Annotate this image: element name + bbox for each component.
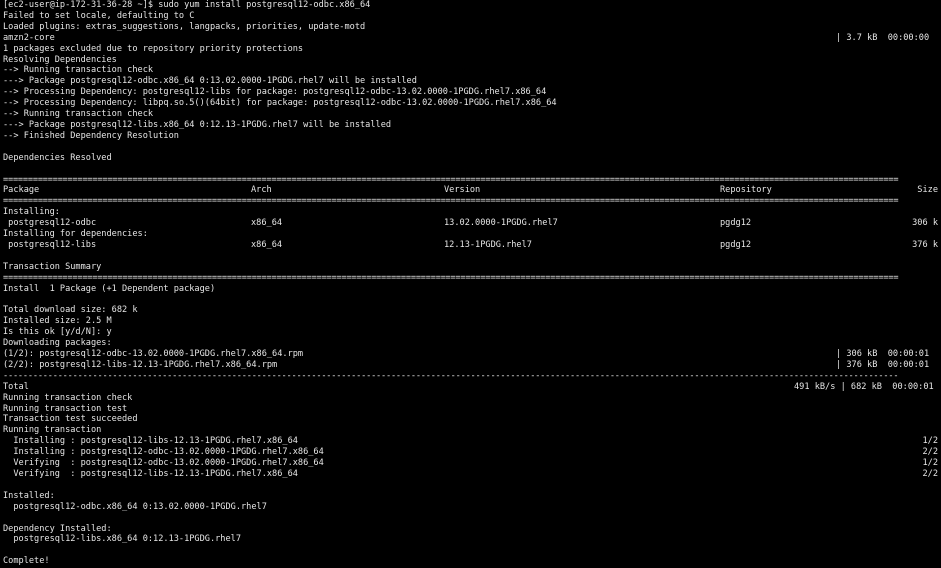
output-line: Failed to set locale, defaulting to C — [3, 10, 195, 21]
output-line: Complete! — [3, 556, 50, 567]
rule-double: ========================================… — [3, 196, 899, 207]
terminal-window[interactable]: [ec2-user@ip-172-31-36-28 ~]$ sudo yum i… — [0, 0, 941, 568]
output-line: Running transaction — [3, 425, 102, 436]
row-package: postgresql12-libs — [3, 239, 97, 250]
rule-double: ========================================… — [3, 272, 899, 283]
row-package: postgresql12-odbc — [3, 218, 97, 229]
output-line: --> Processing Dependency: postgresql12-… — [3, 87, 547, 98]
repo-stat: | 3.7 kB 00:00:00 — [836, 32, 930, 43]
output-line: Transaction test succeeded — [3, 414, 138, 425]
table-row: postgresql12-libs x86_64 12.13-1PGDG.rhe… — [3, 240, 938, 251]
output-line: 1 packages excluded due to repository pr… — [3, 43, 304, 54]
row-repository: pgdg12 — [720, 218, 752, 229]
output-line: Resolving Dependencies — [3, 54, 117, 65]
row-version: 12.13-1PGDG.rhel7 — [444, 239, 532, 250]
output-line: postgresql12-odbc.x86_64 0:13.02.0000-1P… — [3, 501, 267, 512]
output-line: Is this ok [y/d/N]: y — [3, 327, 112, 338]
command-prompt: [ec2-user@ip-172-31-36-28 ~]$ sudo yum i… — [3, 0, 371, 10]
row-version: 13.02.0000-1PGDG.rhel7 — [444, 218, 558, 229]
step-text: Installing : postgresql12-odbc-13.02.000… — [3, 447, 324, 458]
repo-name: amzn2-core — [3, 32, 55, 43]
output-line: Loaded plugins: extras_suggestions, lang… — [3, 21, 366, 32]
row-arch: x86_64 — [251, 218, 283, 229]
download-stat: | 306 kB 00:00:01 — [836, 349, 930, 359]
step-text: Verifying : postgresql12-odbc-13.02.0000… — [3, 458, 324, 469]
output-line: Transaction Summary — [3, 261, 102, 272]
header-version: Version — [444, 185, 481, 196]
step-text: Verifying : postgresql12-libs-12.13-1PGD… — [3, 468, 298, 479]
header-size: Size — [917, 185, 938, 196]
row-repository: pgdg12 — [720, 239, 752, 250]
total-line: Total 491 kB/s | 682 kB 00:00:01 — [3, 382, 938, 393]
output-line: Dependencies Resolved — [3, 152, 112, 163]
output-line: Installed size: 2.5 M — [3, 316, 112, 327]
header-repository: Repository — [720, 185, 772, 196]
output-line: Total download size: 682 k — [3, 305, 138, 316]
download-line: (1/2): postgresql12-odbc-13.02.0000-1PGD… — [3, 349, 938, 360]
repo-line: amzn2-core | 3.7 kB 00:00:00 — [3, 33, 938, 44]
table-header-row: Package Arch Version Repository Size — [3, 185, 938, 196]
row-arch: x86_64 — [251, 239, 283, 250]
output-line: Dependency Installed: — [3, 523, 112, 534]
output-line: --> Running transaction check — [3, 65, 154, 76]
step-line: Verifying : postgresql12-odbc-13.02.0000… — [3, 458, 938, 469]
step-count: 1/2 — [922, 458, 938, 469]
output-line: Install 1 Package (+1 Dependent package) — [3, 283, 216, 294]
download-line: (2/2): postgresql12-libs-12.13-1PGDG.rhe… — [3, 360, 938, 371]
step-line: Verifying : postgresql12-libs-12.13-1PGD… — [3, 469, 938, 480]
rule-single: ----------------------------------------… — [3, 370, 899, 381]
total-label: Total — [3, 381, 29, 392]
download-stat: | 376 kB 00:00:01 — [836, 359, 930, 370]
output-line: ---> Package postgresql12-odbc.x86_64 0:… — [3, 76, 417, 87]
output-line: --> Processing Dependency: libpq.so.5()(… — [3, 98, 557, 109]
step-line: Installing : postgresql12-libs-12.13-1PG… — [3, 436, 938, 447]
table-row: postgresql12-odbc x86_64 13.02.0000-1PGD… — [3, 218, 938, 229]
step-count: 2/2 — [922, 468, 938, 479]
output-line: Downloading packages: — [3, 338, 112, 349]
output-line: ---> Package postgresql12-libs.x86_64 0:… — [3, 119, 392, 130]
rule-double: ========================================… — [3, 174, 899, 185]
output-line: --> Finished Dependency Resolution — [3, 130, 179, 141]
output-line: Installing: — [3, 207, 60, 218]
header-package: Package — [3, 185, 40, 196]
row-size: 376 k — [912, 239, 938, 250]
download-name: (2/2): postgresql12-libs-12.13-1PGDG.rhe… — [3, 359, 278, 370]
row-size: 306 k — [912, 218, 938, 229]
step-count: 2/2 — [922, 447, 938, 458]
output-line: Installing for dependencies: — [3, 229, 148, 240]
output-line: postgresql12-libs.x86_64 0:12.13-1PGDG.r… — [3, 534, 241, 545]
step-line: Installing : postgresql12-odbc-13.02.000… — [3, 447, 938, 458]
output-line: --> Running transaction check — [3, 109, 154, 120]
download-name: (1/2): postgresql12-odbc-13.02.0000-1PGD… — [3, 349, 304, 359]
output-line: Running transaction test — [3, 403, 128, 414]
output-line: Installed: — [3, 490, 55, 501]
header-arch: Arch — [251, 185, 272, 196]
total-stat: 491 kB/s | 682 kB 00:00:01 — [794, 381, 934, 392]
step-text: Installing : postgresql12-libs-12.13-1PG… — [3, 436, 298, 447]
step-count: 1/2 — [922, 436, 938, 447]
output-line: Running transaction check — [3, 392, 133, 403]
